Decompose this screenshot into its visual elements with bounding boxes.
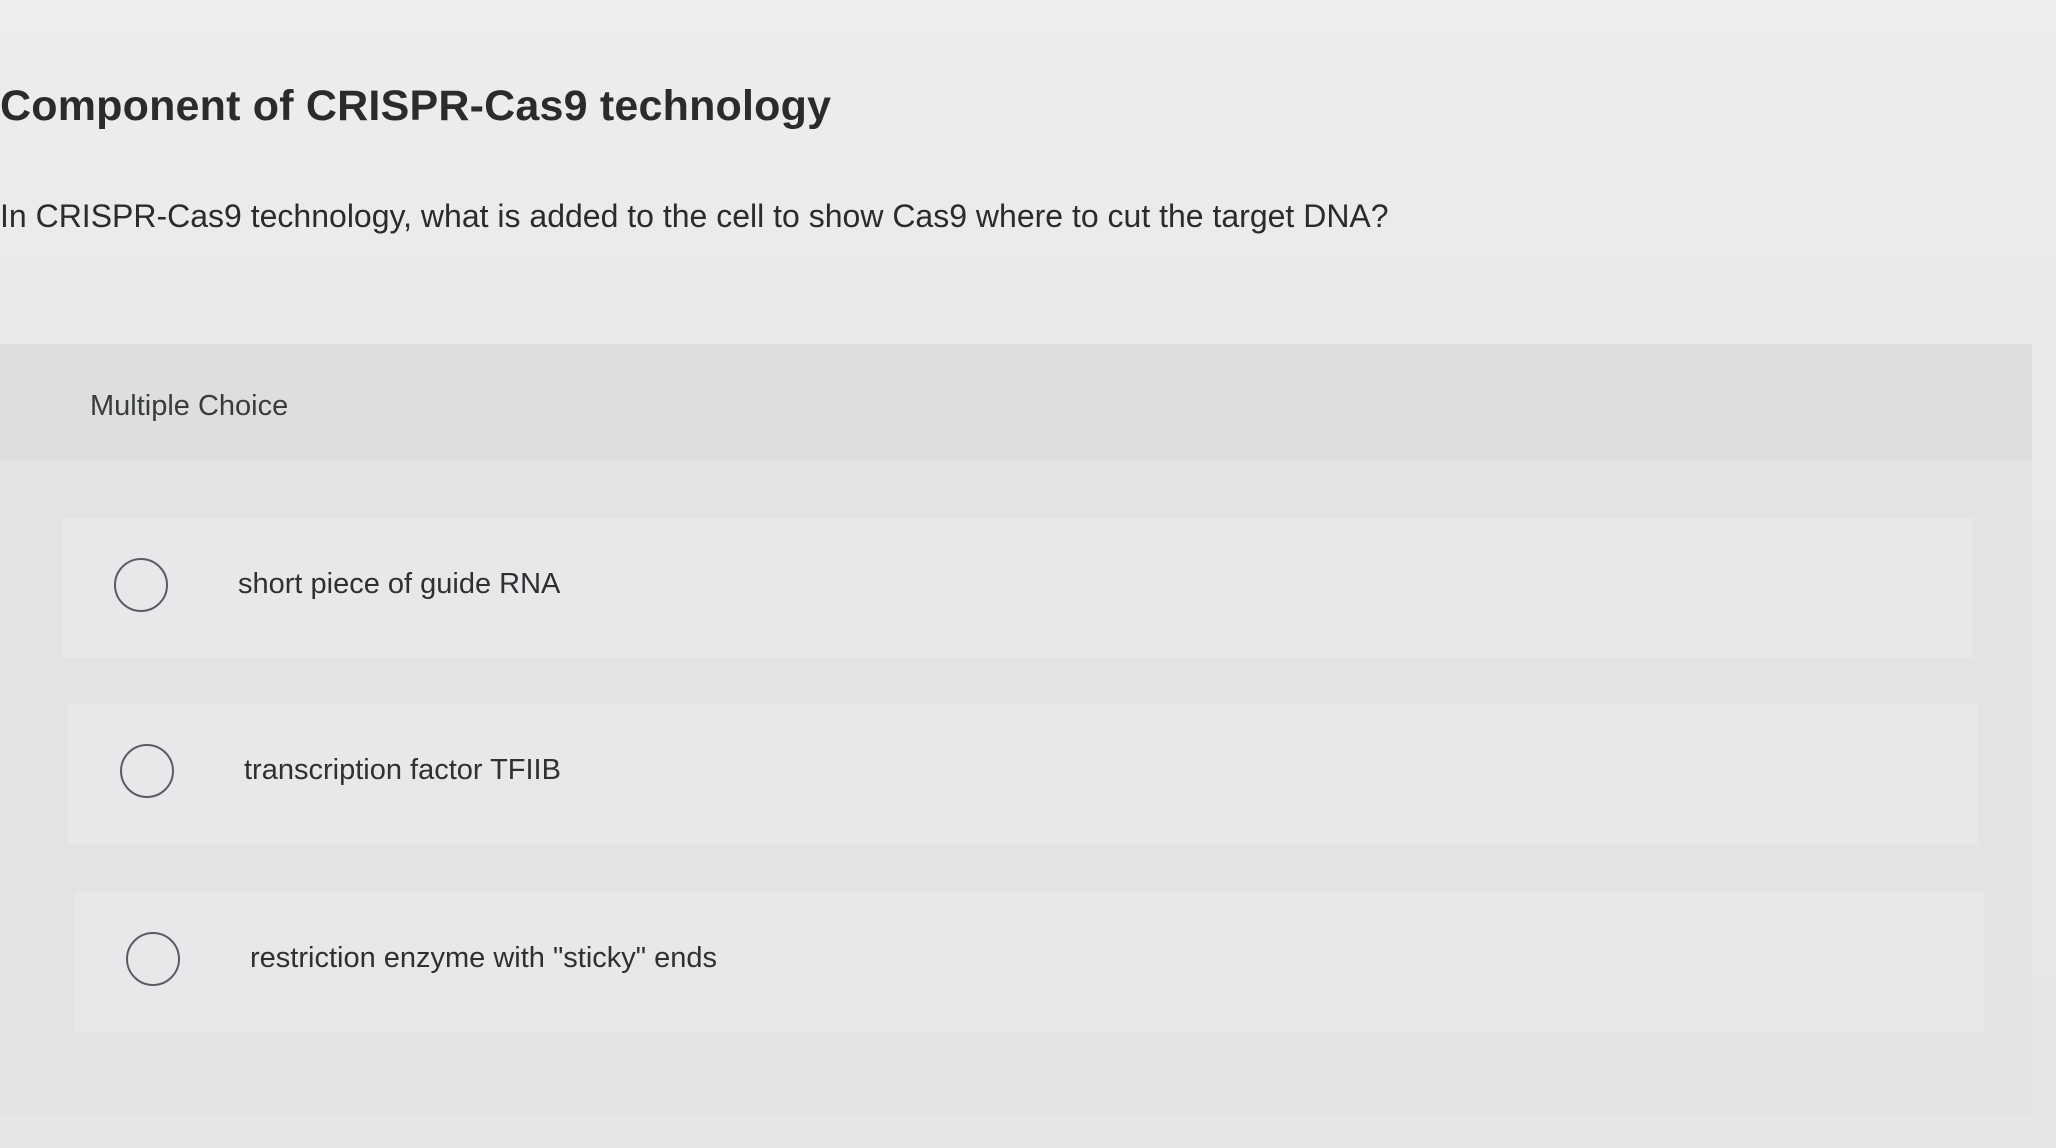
radio-button-icon[interactable] — [126, 932, 180, 986]
answer-choice-label: short piece of guide RNA — [238, 568, 561, 600]
multiple-choice-header: Multiple Choice — [0, 344, 2032, 460]
multiple-choice-panel: Multiple Choice short piece of guide RNA… — [0, 344, 2032, 1114]
answer-choice-2[interactable]: transcription factor TFIIB — [68, 704, 1978, 844]
answer-choice-label: transcription factor TFIIB — [244, 754, 561, 786]
radio-button-icon[interactable] — [120, 744, 174, 798]
answer-choice-1[interactable]: short piece of guide RNA — [62, 518, 1972, 658]
question-prompt: In CRISPR-Cas9 technology, what is added… — [0, 198, 1389, 234]
question-type-label: Multiple Choice — [90, 390, 289, 422]
question-title: Component of CRISPR-Cas9 technology — [0, 82, 832, 130]
answer-choice-3[interactable]: restriction enzyme with "sticky" ends — [74, 892, 1984, 1032]
answer-choice-label: restriction enzyme with "sticky" ends — [250, 942, 718, 974]
radio-button-icon[interactable] — [114, 558, 168, 612]
